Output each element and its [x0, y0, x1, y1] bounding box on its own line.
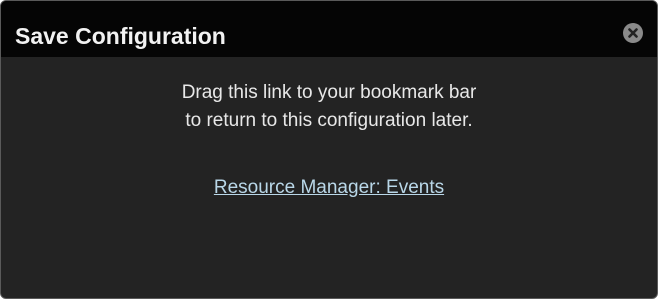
message-line-1: Drag this link to your bookmark bar: [181, 82, 477, 103]
dialog-titlebar: Save Configuration: [1, 1, 657, 57]
close-icon: [628, 28, 638, 38]
dialog-title: Save Configuration: [15, 23, 226, 49]
message-line-2: to return to this configuration later.: [185, 110, 473, 131]
save-configuration-dialog: Save Configuration Drag this link to you…: [0, 0, 658, 299]
bookmark-link-container: Resource Manager: Events: [1, 175, 657, 201]
close-button[interactable]: [623, 23, 643, 43]
bookmark-link[interactable]: Resource Manager: Events: [214, 177, 444, 198]
dialog-message: Drag this link to your bookmark bar to r…: [1, 79, 657, 135]
